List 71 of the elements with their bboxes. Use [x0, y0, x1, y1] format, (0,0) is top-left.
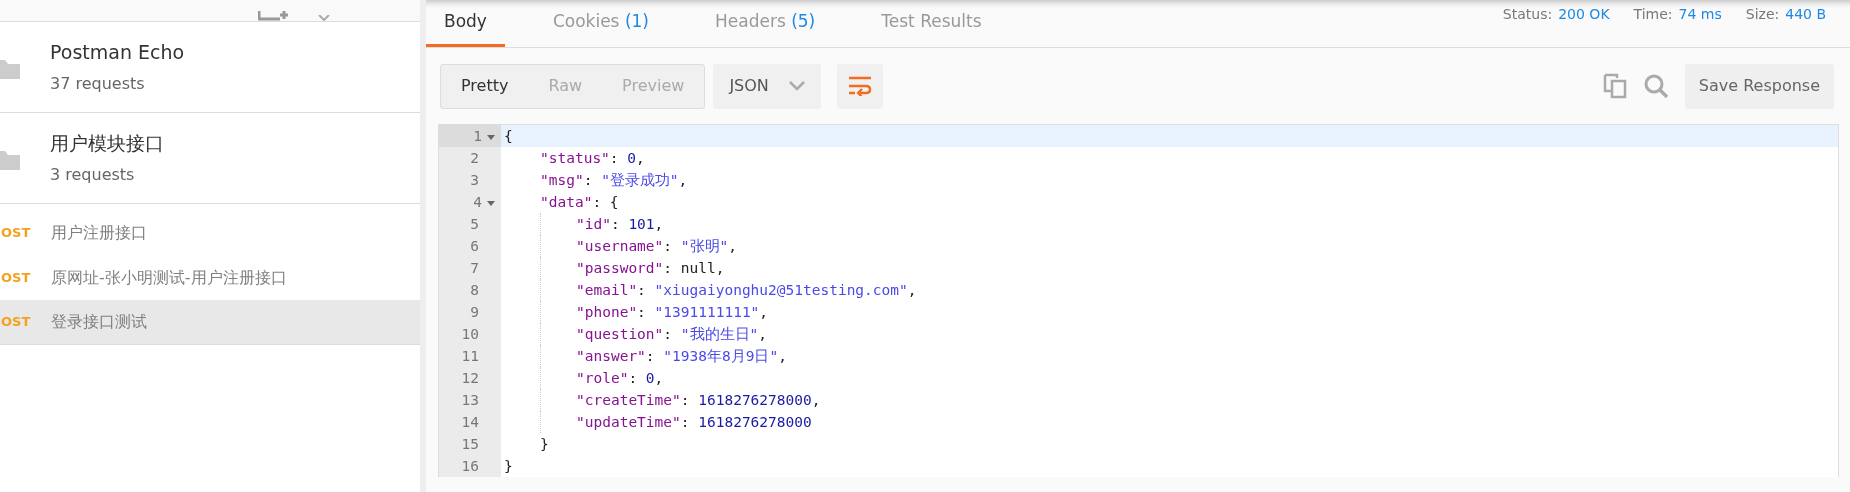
line-number: 14 [461, 414, 479, 430]
line-number: 11 [461, 348, 479, 364]
folder-icon [0, 149, 22, 171]
stat-label: Time: [1633, 5, 1673, 24]
code-line: "password": null, [576, 260, 725, 276]
line-number: 3 [470, 172, 479, 188]
line-number: 15 [461, 436, 479, 452]
line-number: 4 [473, 194, 482, 210]
folder-icon [0, 58, 22, 80]
line-number: 12 [461, 370, 479, 386]
line-number: 13 [461, 392, 479, 408]
request-name: 用户注册接口 [51, 221, 147, 244]
line-number: 1 [473, 128, 482, 144]
fold-arrow-icon[interactable] [487, 200, 495, 206]
line-number: 7 [470, 260, 479, 276]
request-count: 3 requests [50, 164, 136, 187]
line-number: 10 [461, 326, 479, 342]
request-item[interactable]: OST 原网址-张小明测试-用户注册接口 [0, 255, 420, 300]
view-mode-tab[interactable]: Raw [528, 64, 603, 108]
stat-label: Status: [1502, 5, 1553, 24]
request-item[interactable]: OST 用户注册接口 [0, 210, 420, 255]
collection-item[interactable]: 用户模块接口 3 requests [0, 113, 420, 204]
code-line: "role": 0, [576, 370, 664, 386]
code-line: { [504, 128, 513, 144]
response-tab[interactable]: Body [426, 0, 505, 47]
line-number: 8 [470, 282, 479, 298]
search-icon[interactable] [1642, 73, 1669, 99]
stat-label: Size: [1745, 5, 1780, 24]
request-count: 37 requests [50, 73, 146, 96]
stat-value: 200 OK [1558, 5, 1610, 24]
wrap-icon [848, 76, 873, 96]
request-item[interactable]: OST 登录接口测试 [0, 300, 420, 345]
code-line: } [504, 458, 513, 474]
request-name: 登录接口测试 [51, 311, 147, 333]
code-line: "username": "张明", [576, 238, 737, 254]
response-tab[interactable]: Cookies (1) [534, 0, 667, 47]
method-label: OST [1, 313, 32, 332]
code-line: "id": 101, [576, 216, 664, 232]
method-label: OST [1, 223, 32, 242]
stat-value: 440 B [1785, 5, 1826, 24]
collection-item[interactable]: Postman Echo 37 requests [0, 22, 420, 113]
copy-icon[interactable] [1602, 73, 1627, 99]
caret-icon[interactable] [318, 15, 330, 21]
code-line: "msg": "登录成功", [540, 172, 688, 188]
code-line: "createTime": 1618276278000, [576, 392, 821, 408]
line-number: 6 [470, 238, 479, 254]
code-line: "updateTime": 1618276278000 [576, 414, 812, 430]
chevron-down-icon [789, 81, 806, 91]
code-line: "status": 0, [540, 150, 645, 166]
code-line: "phone": "1391111111", [576, 304, 769, 320]
fold-arrow-icon[interactable] [487, 134, 495, 140]
wrap-lines-button[interactable] [837, 63, 884, 109]
line-number: 9 [470, 304, 479, 320]
code-line: "data": { [540, 194, 619, 210]
code-line: "question": "我的生日", [576, 326, 767, 342]
save-response-button[interactable]: Save Response [1684, 63, 1834, 109]
line-number: 5 [470, 216, 479, 232]
response-tab[interactable]: Test Results [863, 0, 1000, 47]
method-label: OST [1, 268, 32, 287]
response-tab[interactable]: Headers (5) [697, 0, 834, 47]
collection-name: 用户模块接口 [50, 130, 165, 156]
code-line: "answer": "1938年8月9日", [576, 348, 787, 364]
format-dropdown[interactable]: JSON [713, 63, 822, 109]
request-name: 原网址-张小明测试-用户注册接口 [51, 266, 287, 289]
line-number: 16 [461, 458, 479, 474]
code-line: } [540, 436, 549, 452]
line-number: 2 [470, 150, 479, 166]
collection-name: Postman Echo [50, 39, 186, 65]
code-line: "email": "xiugaiyonghu2@51testing.com", [576, 282, 917, 298]
stat-value: 74 ms [1678, 5, 1722, 24]
view-mode-tab[interactable]: Pretty [441, 64, 529, 108]
